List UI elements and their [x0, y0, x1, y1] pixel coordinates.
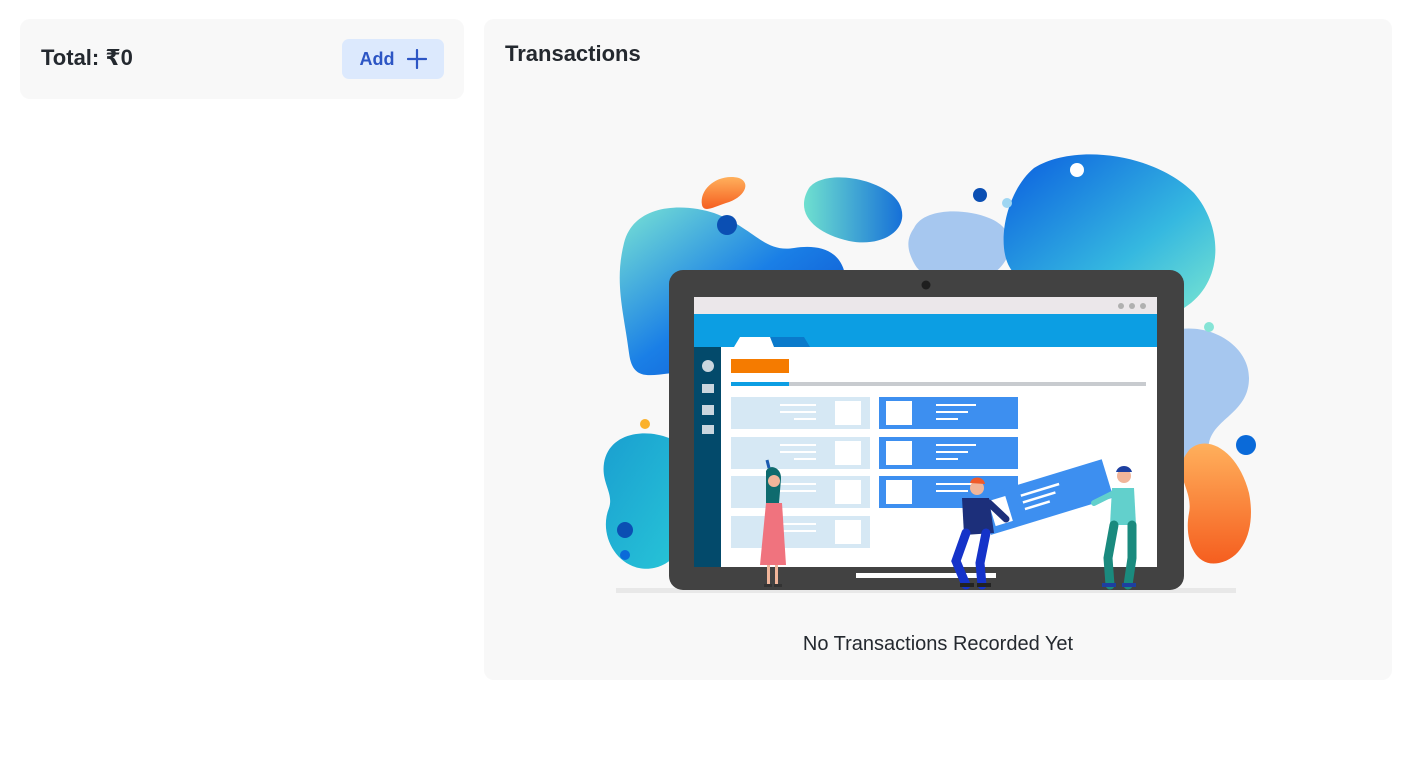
- total-amount: Total: ₹0: [41, 45, 133, 70]
- add-button-label: Add: [359, 48, 395, 69]
- plus-icon: [406, 49, 427, 69]
- empty-transactions-illustration: [603, 154, 1256, 593]
- empty-state-message: No Transactions Recorded Yet: [802, 633, 1074, 655]
- transactions-title: Transactions: [505, 41, 641, 66]
- add-button[interactable]: Add: [342, 39, 444, 79]
- transactions-panel: Transactions No Transactions Recorded Ye…: [484, 19, 1392, 680]
- summary-card: Total: ₹0 Add: [20, 19, 464, 99]
